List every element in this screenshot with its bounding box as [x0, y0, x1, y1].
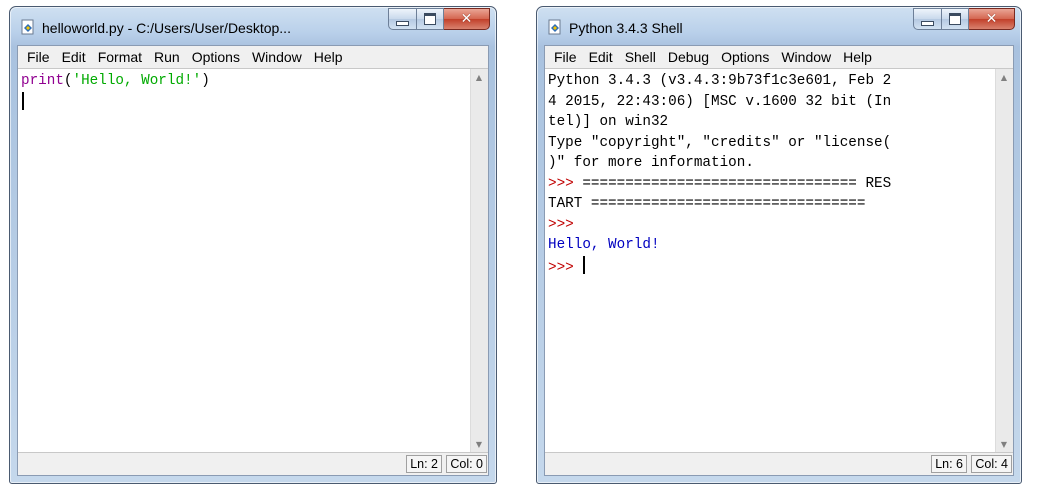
menubar: File Edit Shell Debug Options Window Hel…: [545, 46, 1013, 68]
python-idle-icon: [548, 19, 561, 35]
menubar: File Edit Format Run Options Window Help: [18, 46, 488, 68]
status-line: Ln: 2: [406, 455, 442, 473]
text-cursor: [22, 91, 24, 110]
shell-banner-line: Python 3.4.3 (v3.4.3:9b73f1c3e601, Feb 2: [548, 73, 892, 89]
shell-banner-line: )" for more information.: [548, 155, 754, 171]
shell-text[interactable]: Python 3.4.3 (v3.4.3:9b73f1c3e601, Feb 2…: [548, 71, 993, 278]
scroll-up-icon[interactable]: ▲: [471, 69, 487, 85]
menu-options[interactable]: Options: [715, 49, 775, 65]
status-bar: Ln: 6 Col: 4: [545, 453, 1013, 475]
program-output: Hello, World!: [548, 237, 660, 253]
minimize-button[interactable]: [913, 8, 942, 30]
menu-help[interactable]: Help: [308, 49, 349, 65]
restart-banner: ================================ RES: [573, 175, 892, 192]
status-bar: Ln: 2 Col: 0: [18, 453, 488, 475]
shell-banner-line: Type "copyright", "credits" or "license(: [548, 134, 892, 151]
shell-client-area: File Edit Shell Debug Options Window Hel…: [544, 45, 1014, 476]
status-line: Ln: 6: [931, 455, 967, 473]
editor-client-area: File Edit Format Run Options Window Help…: [17, 45, 489, 476]
editor-titlebar[interactable]: helloworld.py - C:/Users/User/Desktop...…: [10, 7, 496, 43]
shell-window: Python 3.4.3 Shell ✕ File Edit Shell Deb…: [536, 6, 1022, 484]
menu-file[interactable]: File: [548, 49, 583, 65]
scroll-up-icon[interactable]: ▲: [996, 69, 1012, 85]
text-cursor: [583, 255, 586, 274]
menu-window[interactable]: Window: [775, 49, 837, 65]
restart-banner: TART ================================: [548, 196, 866, 212]
code-keyword: print: [21, 73, 64, 89]
close-icon: ✕: [985, 11, 998, 27]
menu-edit[interactable]: Edit: [56, 49, 92, 65]
close-button[interactable]: ✕: [444, 8, 490, 30]
scroll-down-icon[interactable]: ▼: [471, 436, 487, 452]
maximize-icon: [424, 13, 436, 25]
shell-prompt: >>>: [548, 259, 574, 276]
menu-help[interactable]: Help: [837, 49, 878, 65]
window-title: Python 3.4.3 Shell: [569, 20, 683, 36]
shell-prompt: >>>: [548, 175, 574, 192]
python-idle-icon: [21, 19, 34, 35]
shell-output[interactable]: Python 3.4.3 (v3.4.3:9b73f1c3e601, Feb 2…: [545, 68, 1013, 453]
status-column: Col: 4: [971, 455, 1012, 473]
menu-run[interactable]: Run: [148, 49, 186, 65]
code-text[interactable]: print('Hello, World!'): [21, 71, 468, 114]
status-column: Col: 0: [446, 455, 487, 473]
minimize-icon: [921, 20, 934, 26]
vertical-scrollbar[interactable]: ▲ ▼: [995, 69, 1013, 452]
menu-window[interactable]: Window: [246, 49, 308, 65]
code-editor[interactable]: print('Hello, World!') ▲ ▼: [18, 68, 488, 453]
code-string: 'Hello, World!': [72, 73, 202, 89]
window-title: helloworld.py - C:/Users/User/Desktop...: [42, 20, 291, 36]
editor-window: helloworld.py - C:/Users/User/Desktop...…: [9, 6, 497, 484]
maximize-button[interactable]: [417, 8, 444, 30]
vertical-scrollbar[interactable]: ▲ ▼: [470, 69, 488, 452]
menu-file[interactable]: File: [21, 49, 56, 65]
menu-shell[interactable]: Shell: [619, 49, 662, 65]
code-paren-close: ): [201, 73, 210, 89]
maximize-button[interactable]: [942, 8, 969, 30]
shell-banner-line: 4 2015, 22:43:06) [MSC v.1600 32 bit (In: [548, 93, 892, 110]
menu-debug[interactable]: Debug: [662, 49, 715, 65]
menu-options[interactable]: Options: [186, 49, 246, 65]
shell-titlebar[interactable]: Python 3.4.3 Shell ✕: [537, 7, 1021, 43]
menu-format[interactable]: Format: [92, 49, 148, 65]
maximize-icon: [949, 13, 961, 25]
minimize-button[interactable]: [388, 8, 417, 30]
minimize-icon: [396, 20, 409, 26]
shell-banner-line: tel)] on win32: [548, 114, 669, 130]
scroll-down-icon[interactable]: ▼: [996, 436, 1012, 452]
code-paren-open: (: [63, 73, 73, 89]
close-button[interactable]: ✕: [969, 8, 1015, 30]
shell-prompt: >>>: [548, 216, 574, 233]
close-icon: ✕: [460, 11, 473, 27]
menu-edit[interactable]: Edit: [583, 49, 619, 65]
